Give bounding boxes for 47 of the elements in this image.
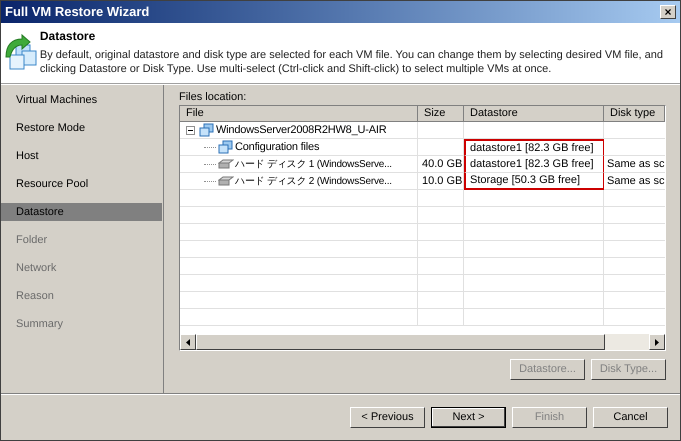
table-cell <box>418 224 464 241</box>
vm-icon <box>199 122 215 138</box>
window-title: Full VM Restore Wizard <box>5 3 150 22</box>
table-cell: 40.0 GB <box>418 156 464 173</box>
horizontal-scrollbar[interactable] <box>180 334 665 350</box>
column-header[interactable]: File <box>180 106 418 122</box>
left-arrow-icon <box>186 338 190 346</box>
table-cell <box>418 241 464 258</box>
scroll-right-button[interactable] <box>649 334 665 350</box>
sidebar-item[interactable]: Host <box>1 147 162 165</box>
table-cell: Storage [50.3 GB free] <box>464 173 604 190</box>
table-cell <box>418 292 464 309</box>
file-name[interactable]: Configuration files <box>235 138 320 156</box>
sidebar-item[interactable]: Restore Mode <box>1 119 162 137</box>
table-cell: Same as sc <box>604 156 665 173</box>
table-cell <box>418 190 464 207</box>
table-cell <box>418 309 464 326</box>
page-title: Datastore <box>40 28 96 45</box>
table-cell: datastore1 [82.3 GB free] <box>464 139 604 156</box>
file-name[interactable]: WindowsServer2008R2HW8_U-AIR <box>216 122 386 138</box>
disk-drive-icon <box>218 159 234 169</box>
scroll-left-button[interactable] <box>180 334 196 350</box>
table-cell: 10.0 GB <box>418 173 464 190</box>
files-location-label: Files location: <box>179 90 248 105</box>
collapse-toggle[interactable] <box>186 126 195 134</box>
page-description: By default, original datastore and disk type are selected for each VM file. You can change them by selecting desired VM file, and clicking Datastore or Disk Type. Use multi-select (Ctrl-click and Shift-click) to select multiple VMs at once. <box>40 48 664 76</box>
file-name[interactable]: ハード ディスク 2 (WindowsServe... <box>235 174 392 188</box>
table-cell <box>418 258 464 275</box>
disk-drive-icon <box>218 176 234 186</box>
wizard-button[interactable]: Next > <box>431 406 506 428</box>
wizard-button[interactable]: < Previous <box>350 406 425 428</box>
table-cell: datastore1 [82.3 GB free] <box>464 156 604 173</box>
file-name[interactable]: ハード ディスク 1 (WindowsServe... <box>235 156 392 172</box>
column-header[interactable]: Size <box>418 106 464 122</box>
sidebar-item[interactable]: Datastore <box>1 203 162 221</box>
table-cell: Same as sc <box>604 173 665 190</box>
vm-icon <box>218 140 234 154</box>
column-header[interactable]: Disk type <box>604 106 665 122</box>
sidebar-item[interactable]: Resource Pool <box>1 175 162 193</box>
sidebar-item[interactable]: Virtual Machines <box>1 91 162 109</box>
column-header[interactable]: Datastore <box>464 106 604 122</box>
scroll-thumb[interactable] <box>196 334 605 350</box>
table-cell <box>418 275 464 292</box>
wizard-button[interactable]: Cancel <box>593 406 668 428</box>
close-button[interactable]: × <box>660 5 676 19</box>
right-arrow-icon <box>655 338 659 346</box>
table-cell <box>418 207 464 224</box>
